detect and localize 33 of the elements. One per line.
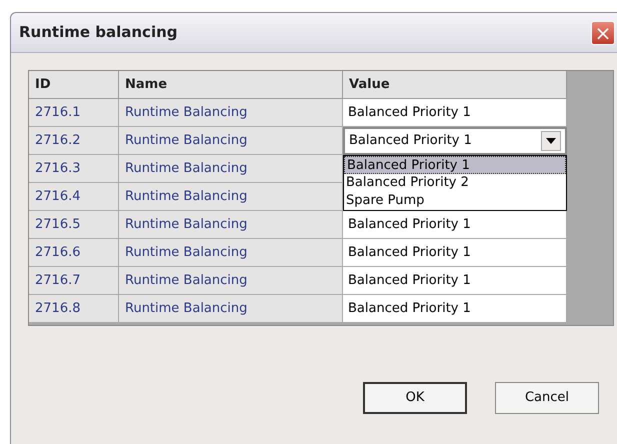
dialog-button[interactable]: Cancel: [495, 382, 599, 414]
id-cell: 2716.3: [29, 155, 119, 183]
dropdown-option[interactable]: Balanced Priority 1: [344, 156, 566, 174]
name-cell: Runtime Balancing: [119, 295, 343, 323]
name-cell: Runtime Balancing: [119, 99, 343, 127]
name-cell: Runtime Balancing: [119, 239, 343, 267]
name-cell: Runtime Balancing: [119, 211, 343, 239]
column-header[interactable]: Name: [119, 71, 343, 99]
id-cell: 2716.2: [29, 127, 119, 155]
dropdown-option[interactable]: Balanced Priority 2: [344, 174, 566, 192]
name-cell: Runtime Balancing: [119, 183, 343, 211]
name-cell: Runtime Balancing: [119, 267, 343, 295]
column-header[interactable]: ID: [29, 71, 119, 99]
value-cell: Balanced Priority 1: [343, 239, 567, 267]
id-cell: 2716.8: [29, 295, 119, 323]
close-button[interactable]: ×: [591, 20, 615, 44]
id-cell: 2716.5: [29, 211, 119, 239]
value-cell: Balanced Priority 1: [343, 267, 567, 295]
dialog-button[interactable]: OK: [363, 382, 467, 414]
value-cell: Balanced Priority 1: [343, 211, 567, 239]
id-cell: 2716.6: [29, 239, 119, 267]
column-header[interactable]: Value: [343, 71, 567, 99]
id-cell: 2716.7: [29, 267, 119, 295]
id-cell: 2716.1: [29, 99, 119, 127]
dropdown-option[interactable]: Spare Pump: [344, 192, 566, 210]
value-cell: Balanced Priority 1: [343, 99, 567, 127]
name-cell: Runtime Balancing: [119, 155, 343, 183]
window-title: Runtime balancing: [19, 22, 178, 44]
value-combobox[interactable]: Balanced Priority 1: [343, 127, 567, 155]
value-cell: Balanced Priority 1: [343, 295, 567, 323]
combobox-value: Balanced Priority 1: [349, 132, 472, 150]
name-cell: Runtime Balancing: [119, 127, 343, 155]
id-cell: 2716.4: [29, 183, 119, 211]
